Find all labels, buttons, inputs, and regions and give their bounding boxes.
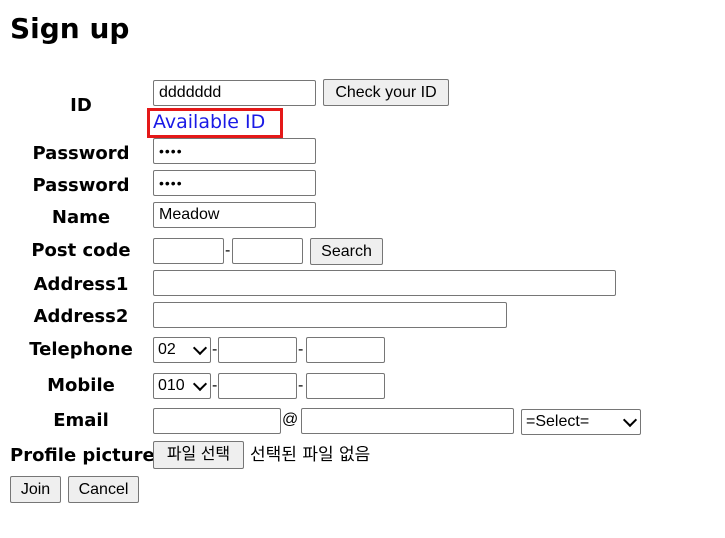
telephone-area-select[interactable]: 02 [153, 337, 211, 363]
email-domain-select-value: =Select= [526, 413, 590, 430]
telephone-label: Telephone [29, 339, 133, 360]
mobile-separator-1: - [212, 377, 218, 394]
password-confirm-label: Password [32, 175, 130, 196]
file-status-text: 선택된 파일 없음 [250, 445, 371, 465]
chevron-down-icon [622, 412, 638, 428]
email-at-symbol: @ [282, 411, 299, 428]
email-local-input[interactable] [153, 408, 281, 434]
id-input[interactable]: ddddddd [153, 80, 316, 106]
telephone-separator-2: - [298, 341, 304, 358]
address1-input[interactable] [153, 270, 616, 296]
cancel-button[interactable]: Cancel [68, 476, 139, 503]
name-label: Name [51, 207, 111, 228]
telephone-separator-1: - [212, 341, 218, 358]
mobile-part3-input[interactable] [306, 373, 385, 399]
mobile-label: Mobile [47, 375, 115, 396]
post-code-part1-input[interactable] [153, 238, 224, 264]
check-id-button[interactable]: Check your ID [323, 79, 449, 106]
id-availability-status: Available ID [153, 111, 266, 133]
telephone-area-value: 02 [158, 341, 176, 358]
mobile-prefix-value: 010 [158, 377, 185, 394]
address2-label: Address2 [33, 306, 129, 327]
mobile-prefix-select[interactable]: 010 [153, 373, 211, 399]
telephone-part2-input[interactable] [218, 337, 297, 363]
mobile-separator-2: - [298, 377, 304, 394]
chevron-down-icon [192, 376, 208, 392]
post-code-label: Post code [31, 240, 131, 261]
join-button[interactable]: Join [10, 476, 61, 503]
post-code-search-button[interactable]: Search [310, 238, 383, 265]
telephone-part3-input[interactable] [306, 337, 385, 363]
address1-label: Address1 [33, 274, 129, 295]
post-code-part2-input[interactable] [232, 238, 303, 264]
page-title: Sign up [10, 12, 130, 45]
password-label: Password [32, 143, 130, 164]
mobile-part2-input[interactable] [218, 373, 297, 399]
password-input[interactable]: •••• [153, 138, 316, 164]
choose-file-button[interactable]: 파일 선택 [153, 441, 244, 469]
profile-picture-label: Profile picture [10, 445, 155, 466]
email-domain-input[interactable] [301, 408, 514, 434]
email-label: Email [53, 410, 109, 431]
email-domain-select[interactable]: =Select= [521, 409, 641, 435]
id-label: ID [70, 95, 92, 116]
post-code-separator: - [225, 242, 231, 259]
address2-input[interactable] [153, 302, 507, 328]
password-confirm-input[interactable]: •••• [153, 170, 316, 196]
name-input[interactable]: Meadow [153, 202, 316, 228]
chevron-down-icon [192, 340, 208, 356]
